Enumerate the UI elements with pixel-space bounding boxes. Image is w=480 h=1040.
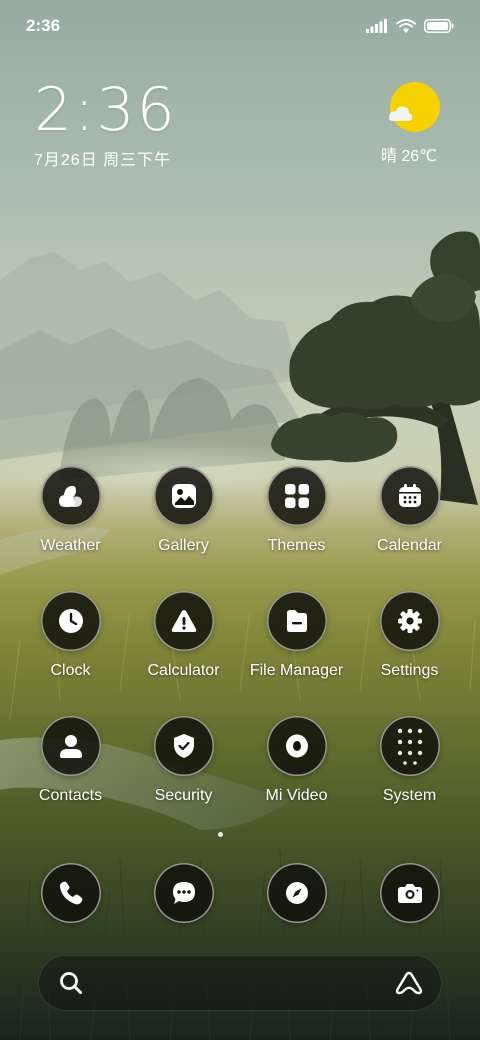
app-label: Themes	[267, 537, 326, 554]
app-weather[interactable]: Weather	[14, 466, 127, 555]
dock-camera[interactable]	[353, 863, 466, 923]
shield-icon	[153, 716, 214, 776]
page-indicator-dot	[218, 832, 223, 837]
clock-icon	[40, 591, 101, 651]
assistant-icon[interactable]	[394, 970, 424, 996]
app-label: System	[382, 787, 437, 804]
app-label: Settings	[380, 662, 439, 679]
app-label: Security	[154, 787, 213, 804]
app-settings[interactable]: Settings	[353, 591, 466, 680]
app-system-folder[interactable]: System	[353, 716, 466, 805]
app-clock[interactable]: Clock	[14, 591, 127, 680]
clock-widget[interactable]: 2:36 7月26日 周三下午	[34, 78, 177, 170]
dock-phone[interactable]	[14, 863, 127, 923]
app-mi-video[interactable]: Mi Video	[240, 716, 353, 805]
weather-text: 晴 26℃	[380, 148, 438, 165]
signal-icon	[366, 19, 387, 33]
themes-icon	[266, 466, 327, 526]
app-label: Weather	[40, 537, 101, 554]
status-icons	[366, 18, 454, 34]
person-icon	[40, 716, 101, 776]
app-themes[interactable]: Themes	[240, 466, 353, 555]
app-label: Calculator	[147, 662, 220, 679]
message-icon	[153, 863, 214, 923]
app-label: Mi Video	[265, 787, 328, 804]
status-time: 2:36	[26, 16, 61, 35]
app-security[interactable]: Security	[127, 716, 240, 805]
partly-sunny-icon	[387, 82, 441, 136]
dock-browser[interactable]	[240, 863, 353, 923]
status-bar: 2:36	[0, 0, 480, 52]
app-calendar[interactable]: Calendar	[353, 466, 466, 555]
gear-icon	[379, 591, 440, 651]
camera-icon	[379, 863, 440, 923]
phone-icon	[40, 863, 101, 923]
app-label: Calendar	[377, 537, 442, 554]
search-bar[interactable]	[38, 955, 442, 1011]
battery-icon	[424, 19, 454, 33]
wifi-icon	[396, 18, 416, 33]
widget-time: 2:36	[34, 75, 177, 145]
app-contacts[interactable]: Contacts	[14, 716, 127, 805]
gallery-icon	[153, 466, 214, 526]
app-label: Gallery	[158, 537, 209, 554]
app-gallery[interactable]: Gallery	[127, 466, 240, 555]
dock-messages[interactable]	[127, 863, 240, 923]
weather-widget[interactable]: 晴 26℃	[381, 82, 444, 166]
weather-icon	[40, 466, 101, 526]
app-label: Contacts	[38, 787, 103, 804]
app-label: File Manager	[249, 662, 344, 679]
widget-date: 7月26日 周三下午	[34, 152, 172, 169]
video-icon	[266, 716, 327, 776]
folder-icon	[266, 591, 327, 651]
search-icon[interactable]	[58, 970, 84, 996]
app-label: Clock	[50, 662, 91, 679]
folder-grid-icon	[379, 716, 440, 776]
calendar-icon	[379, 466, 440, 526]
app-file-manager[interactable]: File Manager	[240, 591, 353, 680]
app-calculator[interactable]: Calculator	[127, 591, 240, 680]
warning-icon	[153, 591, 214, 651]
compass-icon	[266, 863, 327, 923]
